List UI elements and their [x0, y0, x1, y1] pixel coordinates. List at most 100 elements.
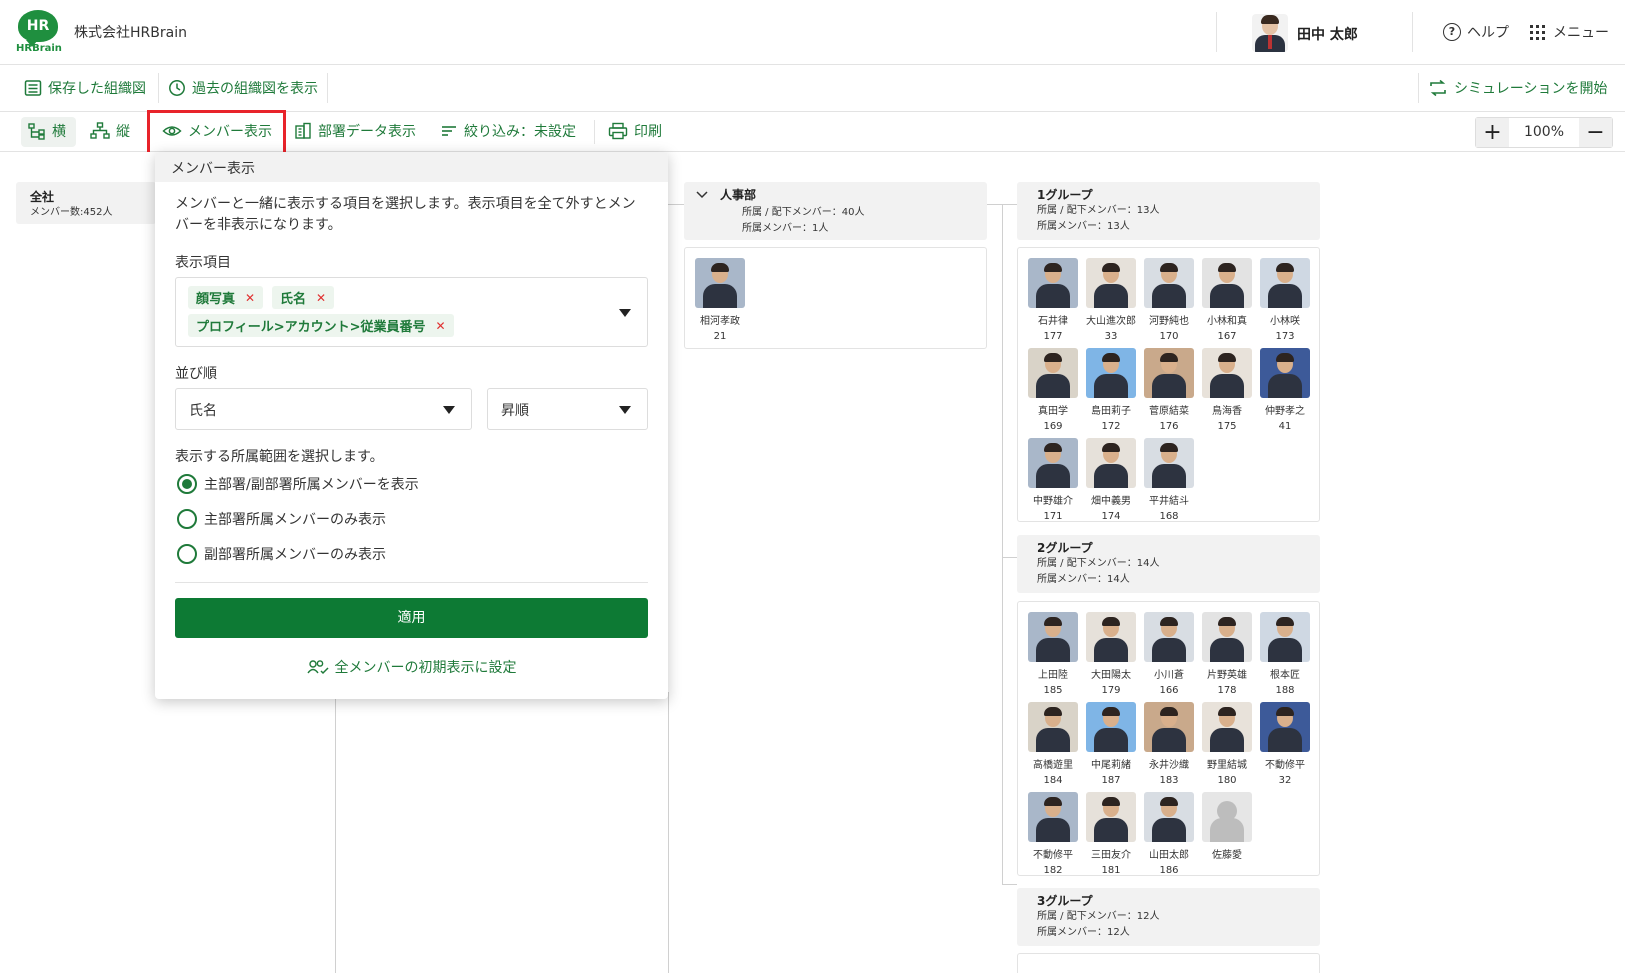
member-list-group1: 石井律 177 大山進次郎 33 河野純也 170 小林和真 167 小林咲 173 真田学 169 島… — [1017, 247, 1320, 522]
member-card[interactable]: 不動修平 32 — [1256, 702, 1314, 786]
header-divider — [1216, 12, 1217, 52]
zoom-out-button[interactable]: − — [1579, 118, 1612, 147]
menu-button[interactable]: メニュー — [1530, 22, 1609, 42]
member-card[interactable]: 佐藤愛 — [1198, 792, 1256, 865]
scope-option-all[interactable]: 主部署/副部署所属メンバーを表示 — [177, 474, 419, 494]
tag-label: 氏名 — [280, 292, 307, 307]
member-name: 中尾莉緒 — [1091, 760, 1131, 771]
member-card[interactable]: 不動修平 182 — [1024, 792, 1082, 876]
member-card[interactable]: 上田陸 185 — [1024, 612, 1082, 696]
radio-unselected[interactable] — [177, 544, 197, 564]
node-sub-direct: 所属メンバー：12人 — [1037, 927, 1130, 938]
logo-sub: HRBrain — [16, 43, 62, 54]
help-button[interactable]: ? ヘルプ — [1443, 22, 1509, 42]
saved-charts-button[interactable]: 保存した組織図 — [24, 78, 146, 98]
user-name[interactable]: 田中 太郎 — [1297, 24, 1358, 44]
member-employee-number: 41 — [1278, 421, 1292, 432]
member-employee-number: 183 — [1159, 775, 1179, 786]
sync-icon — [1430, 79, 1446, 97]
member-card[interactable]: 真田学 169 — [1024, 348, 1082, 432]
remove-tag-icon[interactable]: ✕ — [436, 319, 446, 333]
member-photo — [1028, 792, 1078, 842]
org-node-root[interactable]: 全社 メンバー数:452人 — [16, 182, 156, 224]
member-card[interactable]: 三田友介 181 — [1082, 792, 1140, 876]
member-employee-number: 174 — [1101, 511, 1121, 522]
member-employee-number: 186 — [1159, 865, 1179, 876]
member-card[interactable]: 菅原結菜 176 — [1140, 348, 1198, 432]
member-name: 高橋遊里 — [1033, 760, 1073, 771]
member-card[interactable]: 畑中義男 174 — [1082, 438, 1140, 522]
member-card[interactable]: 高橋遊里 184 — [1024, 702, 1082, 786]
zoom-value: 100% — [1523, 124, 1565, 140]
member-card[interactable]: 島田莉子 172 — [1082, 348, 1140, 432]
scope-option-primary[interactable]: 主部署所属メンバーのみ表示 — [177, 509, 386, 529]
member-employee-number: 168 — [1159, 511, 1179, 522]
member-employee-number: 175 — [1217, 421, 1237, 432]
member-card[interactable]: 仲野孝之 41 — [1256, 348, 1314, 432]
layout-vertical-button[interactable]: 縦 — [90, 121, 130, 141]
member-card[interactable]: 小林和真 167 — [1198, 258, 1256, 342]
list-icon — [24, 80, 42, 96]
member-photo — [1260, 612, 1310, 662]
print-button[interactable]: 印刷 — [608, 121, 662, 141]
member-card[interactable]: 小林咲 173 — [1256, 258, 1314, 342]
member-photo — [1144, 438, 1194, 488]
member-photo — [1144, 612, 1194, 662]
saved-charts-label: 保存した組織図 — [48, 81, 146, 97]
horizontal-tree-icon — [28, 123, 45, 140]
hrbrain-logo[interactable]: HR HRBrain — [16, 10, 62, 54]
member-card[interactable]: 河野純也 170 — [1140, 258, 1198, 342]
member-card[interactable]: 鳥海香 175 — [1198, 348, 1256, 432]
remove-tag-icon[interactable]: ✕ — [316, 291, 326, 305]
zoom-in-button[interactable]: + — [1476, 118, 1509, 147]
node-title: 3グループ — [1037, 894, 1093, 908]
org-node-hr[interactable]: 人事部 所属 / 配下メンバー：40人 所属メンバー：1人 — [684, 182, 987, 240]
node-sub-total: 所属 / 配下メンバー：40人 — [742, 207, 865, 218]
apply-button[interactable]: 適用 — [175, 598, 648, 638]
dept-data-button[interactable]: 部署データ表示 — [294, 121, 416, 141]
member-card[interactable]: 永井沙織 183 — [1140, 702, 1198, 786]
scope-option-secondary[interactable]: 副部署所属メンバーのみ表示 — [177, 544, 386, 564]
member-photo — [1202, 348, 1252, 398]
member-card[interactable]: 片野英雄 178 — [1198, 612, 1256, 696]
member-card[interactable]: 野里結城 180 — [1198, 702, 1256, 786]
member-card[interactable]: 小川蒼 166 — [1140, 612, 1198, 696]
sort-field-select[interactable]: 氏名 — [175, 388, 472, 430]
radio-selected[interactable] — [177, 474, 197, 494]
member-name: 石井律 — [1038, 316, 1068, 327]
member-card[interactable]: 中尾莉緒 187 — [1082, 702, 1140, 786]
filter-button[interactable]: 絞り込み：未設定 — [440, 121, 576, 141]
org-node-group3[interactable]: 3グループ 所属 / 配下メンバー：12人 所属メンバー：12人 — [1017, 888, 1320, 946]
tag-name: 氏名 ✕ — [272, 286, 335, 309]
chevron-down-icon[interactable] — [696, 190, 708, 199]
org-node-group1[interactable]: 1グループ 所属 / 配下メンバー：13人 所属メンバー：13人 — [1017, 182, 1320, 240]
member-card[interactable]: 大田陽太 179 — [1082, 612, 1140, 696]
member-card[interactable]: 大山進次郎 33 — [1082, 258, 1140, 342]
member-card[interactable]: 相河孝政 21 — [691, 258, 749, 342]
layout-horizontal-button[interactable]: 横 — [28, 121, 66, 141]
member-photo — [1144, 258, 1194, 308]
start-simulation-label: シミュレーションを開始 — [1454, 81, 1608, 97]
past-charts-button[interactable]: 過去の組織図を表示 — [168, 78, 318, 98]
dropdown-caret-icon[interactable] — [619, 309, 631, 317]
sort-order-select[interactable]: 昇順 — [487, 388, 648, 430]
start-simulation-button[interactable]: シミュレーションを開始 — [1428, 78, 1607, 98]
remove-tag-icon[interactable]: ✕ — [245, 291, 255, 305]
member-employee-number: 173 — [1275, 331, 1295, 342]
org-node-group2[interactable]: 2グループ 所属 / 配下メンバー：14人 所属メンバー：14人 — [1017, 535, 1320, 593]
radio-unselected[interactable] — [177, 509, 197, 529]
member-card[interactable]: 中野雄介 171 — [1024, 438, 1082, 522]
member-card[interactable]: 石井律 177 — [1024, 258, 1082, 342]
scope-option-label: 副部署所属メンバーのみ表示 — [204, 547, 386, 563]
member-employee-number: 167 — [1217, 331, 1237, 342]
member-card[interactable]: 平井結斗 168 — [1140, 438, 1198, 522]
member-employee-number: 32 — [1278, 775, 1292, 786]
member-card[interactable]: 山田太郎 186 — [1140, 792, 1198, 876]
member-photo — [1086, 792, 1136, 842]
user-avatar[interactable] — [1252, 14, 1288, 52]
display-items-select[interactable]: 顔写真 ✕ 氏名 ✕ プロフィール>アカウント>従業員番号 ✕ — [175, 277, 648, 347]
reset-display-link[interactable]: 全メンバーの初期表示に設定 — [155, 657, 668, 677]
member-card[interactable]: 根本匠 188 — [1256, 612, 1314, 696]
layout-horizontal-label: 横 — [52, 124, 66, 140]
highlight-member-display — [147, 110, 286, 156]
